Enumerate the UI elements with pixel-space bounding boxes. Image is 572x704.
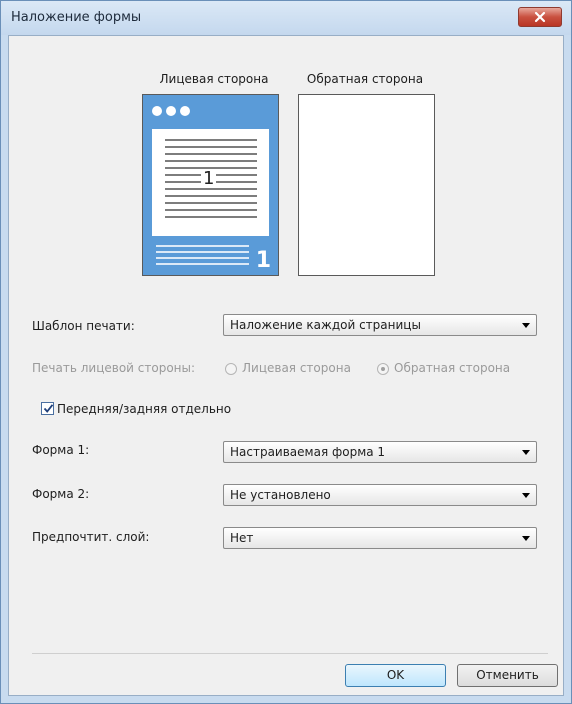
radio-back-side-label: Обратная сторона xyxy=(394,361,511,375)
back-side-label: Обратная сторона xyxy=(306,72,424,86)
footer-separator xyxy=(32,653,548,654)
inner-page-number: 1 xyxy=(201,168,217,189)
priority-layer-select[interactable]: Нет xyxy=(223,527,537,549)
text-line xyxy=(165,146,257,148)
text-line xyxy=(165,160,257,162)
form2-label: Форма 2: xyxy=(32,487,90,501)
preview-dot xyxy=(180,106,190,116)
priority-layer-value: Нет xyxy=(230,531,254,545)
form2-select[interactable]: Не установлено xyxy=(223,484,537,506)
text-line xyxy=(165,216,257,218)
text-line xyxy=(165,139,257,141)
chevron-down-icon xyxy=(522,450,530,455)
print-template-label: Шаблон печати: xyxy=(32,319,135,333)
text-line xyxy=(165,153,257,155)
dialog-window: Наложение формы Лицевая сторона Обратная… xyxy=(0,0,572,704)
form1-label: Форма 1: xyxy=(32,443,90,457)
form-line xyxy=(156,257,249,259)
form-line xyxy=(156,263,249,265)
close-button[interactable] xyxy=(518,7,562,27)
preview-dot xyxy=(166,106,176,116)
text-line xyxy=(165,202,257,204)
form-line xyxy=(156,245,249,247)
window-title: Наложение формы xyxy=(11,10,142,25)
preview-dot xyxy=(152,106,162,116)
close-icon xyxy=(534,11,546,23)
chevron-down-icon xyxy=(522,323,530,328)
front-page-preview: 1 1 xyxy=(142,94,279,276)
checkmark-icon xyxy=(43,404,54,413)
priority-layer-label: Предпочтит. слой: xyxy=(32,530,150,544)
front-page-number: 1 xyxy=(255,248,271,273)
print-template-value: Наложение каждой страницы xyxy=(230,318,421,332)
form1-select[interactable]: Настраиваемая форма 1 xyxy=(223,441,537,463)
back-page-preview xyxy=(298,94,435,276)
cancel-button[interactable]: Отменить xyxy=(457,664,558,687)
form1-value: Настраиваемая форма 1 xyxy=(230,445,386,459)
front-side-label: Лицевая сторона xyxy=(159,72,269,86)
form-line xyxy=(156,251,249,253)
inner-page-preview: 1 xyxy=(152,129,269,236)
radio-back-side[interactable] xyxy=(377,363,389,375)
dialog-client-area: Лицевая сторона Обратная сторона 1 1 Шаб… xyxy=(8,35,564,696)
chevron-down-icon xyxy=(522,493,530,498)
chevron-down-icon xyxy=(522,536,530,541)
separate-front-back-label: Передняя/задняя отдельно xyxy=(57,402,232,416)
print-template-select[interactable]: Наложение каждой страницы xyxy=(223,314,537,336)
front-side-print-label: Печать лицевой стороны: xyxy=(32,361,196,375)
title-bar[interactable]: Наложение формы xyxy=(1,1,571,35)
form2-value: Не установлено xyxy=(230,488,331,502)
radio-front-side[interactable] xyxy=(225,363,237,375)
text-line xyxy=(165,195,257,197)
ok-button[interactable]: OK xyxy=(345,664,446,687)
text-line xyxy=(165,209,257,211)
radio-front-side-label: Лицевая сторона xyxy=(242,361,351,375)
separate-front-back-checkbox[interactable] xyxy=(41,402,54,415)
